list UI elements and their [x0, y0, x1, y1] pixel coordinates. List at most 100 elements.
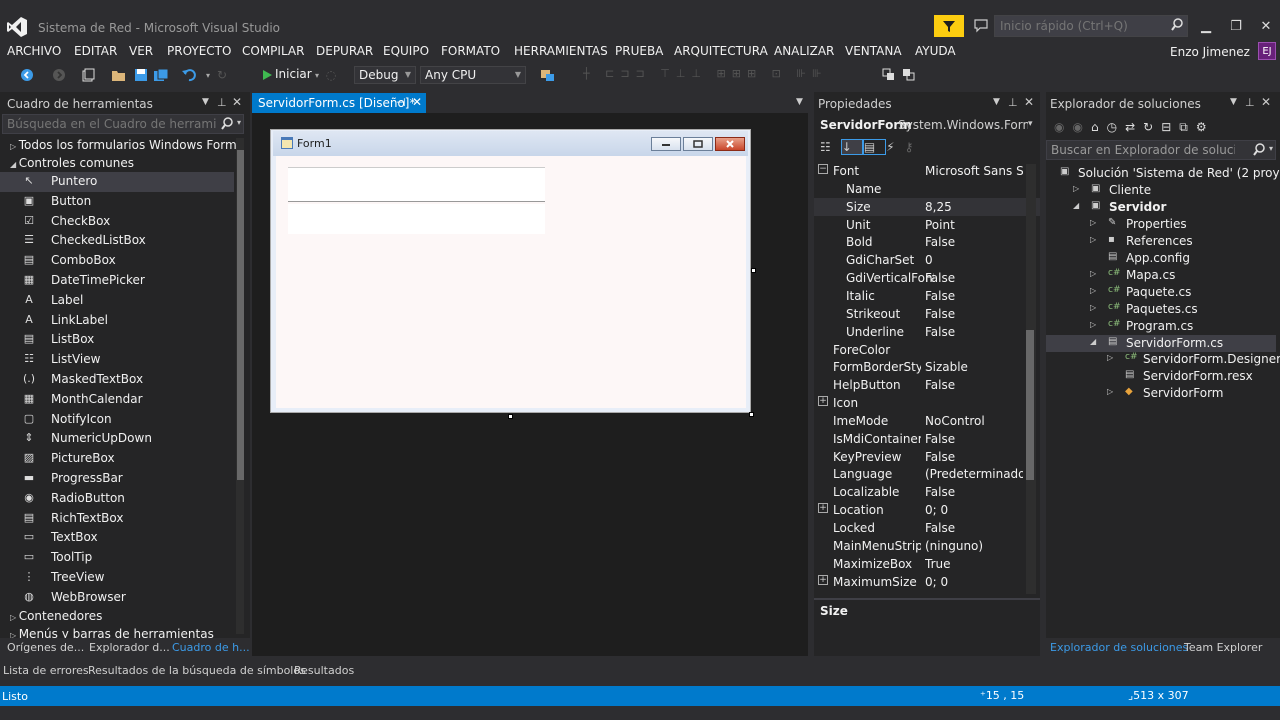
property-row-ismdicontainer[interactable]: IsMdiContainer False: [814, 430, 1040, 448]
toolbox-item-picturebox[interactable]: ▨ PictureBox: [0, 449, 234, 469]
property-pages-icon[interactable]: ⚷: [905, 140, 924, 154]
property-row-size[interactable]: Size 8,25: [814, 197, 1040, 216]
forward-icon[interactable]: ◉: [1072, 120, 1090, 134]
quick-launch-input[interactable]: [1000, 18, 1160, 34]
chevron-down-icon[interactable]: ▾: [1269, 144, 1273, 153]
menu-ver[interactable]: VER: [129, 44, 153, 58]
property-row-gdiverticalfont[interactable]: GdiVerticalFont False: [814, 269, 1040, 287]
sync-icon[interactable]: ◷: [1107, 120, 1125, 134]
property-value[interactable]: False: [925, 485, 1023, 499]
solution-node-servidorform-designer-cs[interactable]: ▷ c# ServidorForm.Designer.cs: [1046, 351, 1280, 368]
solution-configurations-select[interactable]: Debug ▼: [354, 66, 416, 84]
property-value[interactable]: 0: [925, 253, 1023, 267]
user-name[interactable]: Enzo Jimenez: [1170, 45, 1250, 59]
property-row-name[interactable]: NameabMicrosoft Sans: [814, 180, 1040, 198]
property-row-italic[interactable]: Italic False: [814, 287, 1040, 305]
expand-icon[interactable]: +: [818, 503, 828, 514]
expand-triangle-icon[interactable]: ▷: [1073, 184, 1079, 193]
attach-process-icon[interactable]: ◌: [323, 67, 339, 83]
search-icon[interactable]: [1171, 18, 1183, 35]
tab-server-explorer[interactable]: Explorador d...: [89, 641, 170, 654]
collapse-all-icon[interactable]: ⊟: [1161, 120, 1179, 134]
toolbox-group-all[interactable]: ▷ Todos los formularios Windows Forms: [10, 138, 243, 152]
minimize-window-icon[interactable]: ▁: [1192, 16, 1220, 36]
toolbox-item-checkedlistbox[interactable]: ☰ CheckedListBox: [0, 231, 234, 251]
property-value[interactable]: 0; 0: [925, 503, 1023, 517]
send-to-back-icon[interactable]: [901, 67, 917, 83]
property-value[interactable]: False: [925, 307, 1023, 321]
pin-tab-icon[interactable]: ⊣: [396, 96, 406, 109]
expand-triangle-icon[interactable]: ▷: [1090, 303, 1096, 312]
toolbox-scrollbar-thumb[interactable]: [237, 150, 244, 480]
toolbox-item-progressbar[interactable]: ▬ ProgressBar: [0, 469, 234, 489]
property-row-bold[interactable]: Bold False: [814, 233, 1040, 251]
document-list-dropdown-icon[interactable]: ▼: [796, 97, 803, 107]
toolbox-item-numericupdown[interactable]: ⇕ NumericUpDown: [0, 429, 234, 449]
solution-node-cliente[interactable]: ▷ ▣ Cliente: [1046, 182, 1276, 199]
property-value[interactable]: False: [925, 271, 1023, 285]
toolbox-item-datetimepicker[interactable]: ▦ DateTimePicker: [0, 271, 234, 291]
close-panel-icon[interactable]: ✕: [1261, 95, 1271, 109]
solution-node-soluci-n-sistema-de-red-2-proyectos[interactable]: ▣ Solución 'Sistema de Red' (2 proyectos): [1046, 165, 1280, 182]
menu-arquitectura[interactable]: ARQUITECTURA: [674, 44, 768, 58]
menu-equipo[interactable]: EQUIPO: [383, 44, 429, 58]
close-panel-icon[interactable]: ✕: [232, 95, 242, 109]
toolbox-item-notifyicon[interactable]: ▢ NotifyIcon: [0, 410, 234, 430]
property-row-helpbutton[interactable]: HelpButton False: [814, 376, 1040, 394]
save-icon[interactable]: [133, 67, 149, 83]
menu-formato[interactable]: FORMATO: [441, 44, 500, 58]
settings-icon[interactable]: ⚙: [1196, 120, 1215, 134]
refresh-icon[interactable]: ↻: [1143, 120, 1161, 134]
toolbox-item-monthcalendar[interactable]: ▦ MonthCalendar: [0, 390, 234, 410]
toolbox-item-tooltip[interactable]: ▭ ToolTip: [0, 548, 234, 568]
toolbox-item-puntero[interactable]: ↖ Puntero: [0, 172, 234, 192]
chevron-down-icon[interactable]: ▾: [237, 118, 241, 127]
properties-scrollbar-thumb[interactable]: [1026, 330, 1034, 480]
object-selector[interactable]: ServidorForm System.Windows.Forms.F ▾: [814, 116, 1040, 134]
tab-solution-explorer[interactable]: Explorador de soluciones: [1050, 641, 1188, 654]
start-button-label[interactable]: Iniciar: [275, 67, 312, 81]
property-value[interactable]: Sizable: [925, 360, 1023, 374]
solution-platforms-select[interactable]: Any CPU ▼: [420, 66, 526, 84]
toolbox-item-label[interactable]: A Label: [0, 291, 234, 311]
toolbox-item-richtextbox[interactable]: ▤ RichTextBox: [0, 509, 234, 529]
bring-to-front-icon[interactable]: [881, 67, 897, 83]
menu-archivo[interactable]: ARCHIVO: [7, 44, 61, 58]
property-row-location[interactable]: + Location 0; 0: [814, 501, 1040, 519]
restore-window-icon[interactable]: ❐: [1222, 16, 1250, 36]
solution-node-mapa-cs[interactable]: ▷ c# Mapa.cs: [1046, 267, 1276, 284]
expand-icon[interactable]: +: [818, 574, 828, 585]
toolbox-group-common[interactable]: ◢ Controles comunes: [10, 156, 134, 170]
navigate-forward-icon[interactable]: [51, 67, 67, 83]
tab-servidorform-design[interactable]: ServidorForm.cs [Diseño]* ⊣ ✕: [252, 93, 426, 113]
solution-node-app-config[interactable]: ▤ App.config: [1046, 250, 1276, 267]
expand-triangle-icon[interactable]: ▷: [1090, 269, 1096, 278]
solution-node-servidorform[interactable]: ▷ ◆ ServidorForm: [1046, 385, 1276, 402]
form-control-2[interactable]: [288, 204, 545, 234]
tab-team-explorer[interactable]: Team Explorer: [1184, 641, 1262, 654]
redo-icon[interactable]: ↻: [214, 67, 230, 83]
property-value[interactable]: 8,25: [925, 200, 1023, 214]
toolbox-item-webbrowser[interactable]: ◍ WebBrowser: [0, 588, 234, 608]
close-tab-icon[interactable]: ✕: [412, 95, 422, 109]
collapse-icon[interactable]: −: [818, 164, 828, 174]
undo-icon[interactable]: [181, 67, 197, 83]
toolbox-item-textbox[interactable]: ▭ TextBox: [0, 528, 234, 548]
expand-triangle-icon[interactable]: ▷: [1107, 353, 1113, 362]
property-value[interactable]: False: [925, 378, 1023, 392]
menu-ventana[interactable]: VENTANA: [845, 44, 902, 58]
solution-node-program-cs[interactable]: ▷ c# Program.cs: [1046, 318, 1276, 335]
collapse-triangle-icon[interactable]: ◢: [1090, 337, 1096, 346]
close-panel-icon[interactable]: ✕: [1024, 95, 1034, 109]
property-row-keypreview[interactable]: KeyPreview False: [814, 448, 1040, 466]
solution-node-references[interactable]: ▷ ▪ References: [1046, 233, 1276, 250]
toolbox-item-button[interactable]: ▣ Button: [0, 192, 234, 212]
collapse-triangle-icon[interactable]: ◢: [1073, 201, 1079, 210]
window-position-dropdown-icon[interactable]: ▼: [1230, 97, 1237, 107]
expand-triangle-icon[interactable]: ▷: [1090, 320, 1096, 329]
property-row-formborderstyle[interactable]: FormBorderStyle Sizable: [814, 358, 1040, 376]
resize-handle-bottom[interactable]: [508, 414, 513, 419]
toolbox-item-maskedtextbox[interactable]: (.) MaskedTextBox: [0, 370, 234, 390]
property-value[interactable]: 0; 0: [925, 575, 1023, 589]
property-value[interactable]: False: [925, 235, 1023, 249]
